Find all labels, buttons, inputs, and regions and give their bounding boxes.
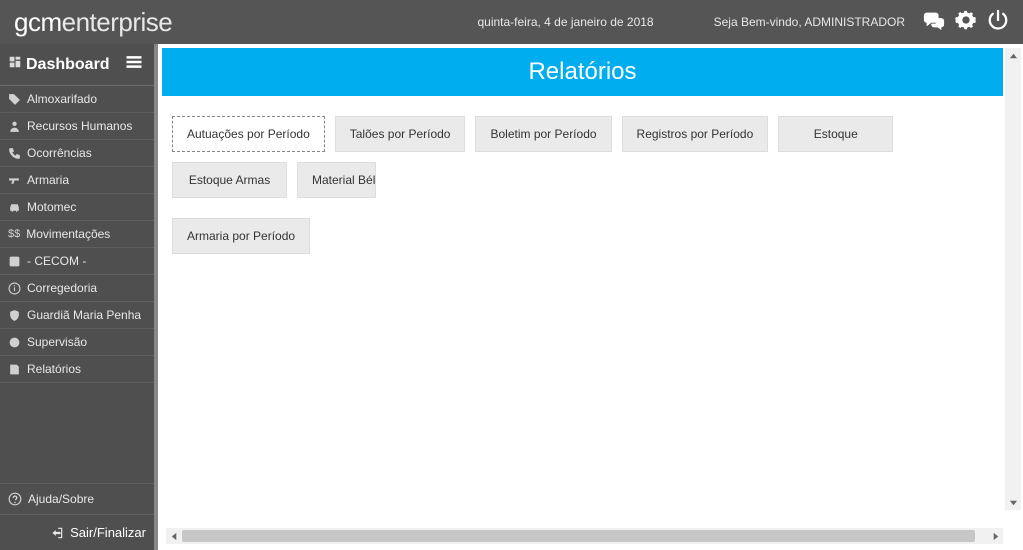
tab-boletim-periodo[interactable]: Boletim por Período [475, 116, 611, 152]
sidebar-item-recursos-humanos[interactable]: Recursos Humanos [0, 113, 154, 140]
dashboard-icon [8, 55, 22, 74]
logout-link[interactable]: Sair/Finalizar [0, 515, 154, 550]
sidebar-item-label: Relatórios [27, 362, 81, 376]
page-title: Relatórios [162, 48, 1003, 96]
sidebar-item-label: Guardiã Maria Penha [27, 308, 141, 322]
tab-estoque[interactable]: Estoque [778, 116, 893, 152]
sidebar-item-label: Corregedoria [27, 281, 97, 295]
tag-icon [8, 93, 21, 106]
sidebar-item-motomec[interactable]: Motomec [0, 194, 154, 221]
sidebar-item-label: Supervisão [27, 335, 87, 349]
tab-label: Armaria por Período [187, 229, 295, 243]
sidebar-item-label: Recursos Humanos [27, 119, 132, 133]
vscroll-track[interactable] [1005, 64, 1021, 494]
sidebar-item-relatorios[interactable]: Relatórios [0, 356, 154, 383]
sidebar-item-label: Motomec [27, 200, 76, 214]
logout-label: Sair/Finalizar [70, 525, 146, 540]
sidebar-item-armaria[interactable]: Armaria [0, 167, 154, 194]
sidebar-item-cecom[interactable]: - CECOM - [0, 248, 154, 275]
sidebar-item-ocorrencias[interactable]: Ocorrências [0, 140, 154, 167]
main-area: Relatórios Autuações por Período Talões … [158, 44, 1023, 550]
tab-estoque-armas[interactable]: Estoque Armas [172, 162, 287, 198]
sidebar-item-corregedoria[interactable]: Corregedoria [0, 275, 154, 302]
power-icon[interactable] [987, 9, 1009, 36]
scroll-left-arrow[interactable] [166, 528, 182, 544]
car-icon [8, 201, 21, 214]
dollar-icon: $$ [8, 228, 20, 240]
help-label: Ajuda/Sobre [28, 492, 94, 506]
scroll-down-arrow[interactable] [1005, 494, 1021, 510]
sidebar-item-label: Almoxarifado [27, 92, 97, 106]
person-icon [8, 120, 21, 133]
help-about-link[interactable]: Ajuda/Sobre [0, 483, 154, 515]
sidebar-title: Dashboard [26, 56, 110, 74]
gun-icon [8, 174, 21, 187]
tab-taloes-periodo[interactable]: Talões por Período [335, 116, 466, 152]
sidebar-item-label: Movimentações [26, 227, 110, 241]
tab-armaria-periodo[interactable]: Armaria por Período [172, 218, 310, 254]
tab-label: Material Bél [312, 173, 375, 187]
badge-icon [8, 336, 21, 349]
hscroll-thumb[interactable] [182, 530, 975, 542]
hamburger-icon[interactable] [124, 52, 144, 77]
sidebar-item-label: - CECOM - [27, 254, 86, 268]
sidebar-item-supervisao[interactable]: Supervisão [0, 329, 154, 356]
tab-registros-periodo[interactable]: Registros por Período [622, 116, 769, 152]
scroll-up-arrow[interactable] [1005, 48, 1021, 64]
phone-icon [8, 147, 21, 160]
shield-icon [8, 309, 21, 322]
header-actions [923, 9, 1009, 36]
tab-label: Talões por Período [350, 127, 451, 141]
sidebar-item-movimentacoes[interactable]: $$ Movimentações [0, 221, 154, 248]
info-icon [8, 282, 21, 295]
tab-label: Estoque [814, 127, 858, 141]
tab-material-belico[interactable]: Material Bél [297, 162, 376, 198]
tab-autuacoes-periodo[interactable]: Autuações por Período [172, 116, 325, 152]
report-tabs-row1: Autuações por Período Talões por Período… [172, 116, 993, 198]
logout-icon [50, 526, 64, 540]
sidebar-item-guardia[interactable]: Guardiã Maria Penha [0, 302, 154, 329]
logo-suffix: enterprise [62, 7, 173, 38]
tab-label: Autuações por Período [187, 127, 310, 141]
chat-icon[interactable] [923, 9, 945, 36]
header-date: quinta-feira, 4 de janeiro de 2018 [477, 15, 653, 29]
logo-prefix: gcm [14, 7, 62, 38]
header-welcome: Seja Bem-vindo, ADMINISTRADOR [714, 15, 905, 29]
sidebar-footer: Ajuda/Sobre Sair/Finalizar [0, 483, 154, 550]
tab-label: Estoque Armas [189, 173, 270, 187]
top-header: gcmenterprise quinta-feira, 4 de janeiro… [0, 0, 1023, 44]
sidebar-item-label: Armaria [27, 173, 69, 187]
app-logo: gcmenterprise [14, 7, 172, 38]
sidebar-menu: Almoxarifado Recursos Humanos Ocorrência… [0, 86, 154, 483]
tab-label: Registros por Período [637, 127, 754, 141]
sidebar-header: Dashboard [0, 44, 154, 86]
report-icon [8, 363, 21, 376]
scroll-right-arrow[interactable] [987, 528, 1003, 544]
sidebar: Dashboard Almoxarifado Recursos Humanos … [0, 44, 158, 550]
help-icon [8, 492, 22, 506]
gear-icon[interactable] [955, 9, 977, 36]
dispatch-icon [8, 255, 21, 268]
horizontal-scrollbar[interactable] [166, 528, 1003, 544]
tab-label: Boletim por Período [490, 127, 596, 141]
hscroll-track[interactable] [182, 528, 987, 544]
sidebar-item-almoxarifado[interactable]: Almoxarifado [0, 86, 154, 113]
sidebar-item-label: Ocorrências [27, 146, 92, 160]
vertical-scrollbar[interactable] [1005, 48, 1021, 510]
report-tabs-row2: Armaria por Período [172, 218, 993, 254]
